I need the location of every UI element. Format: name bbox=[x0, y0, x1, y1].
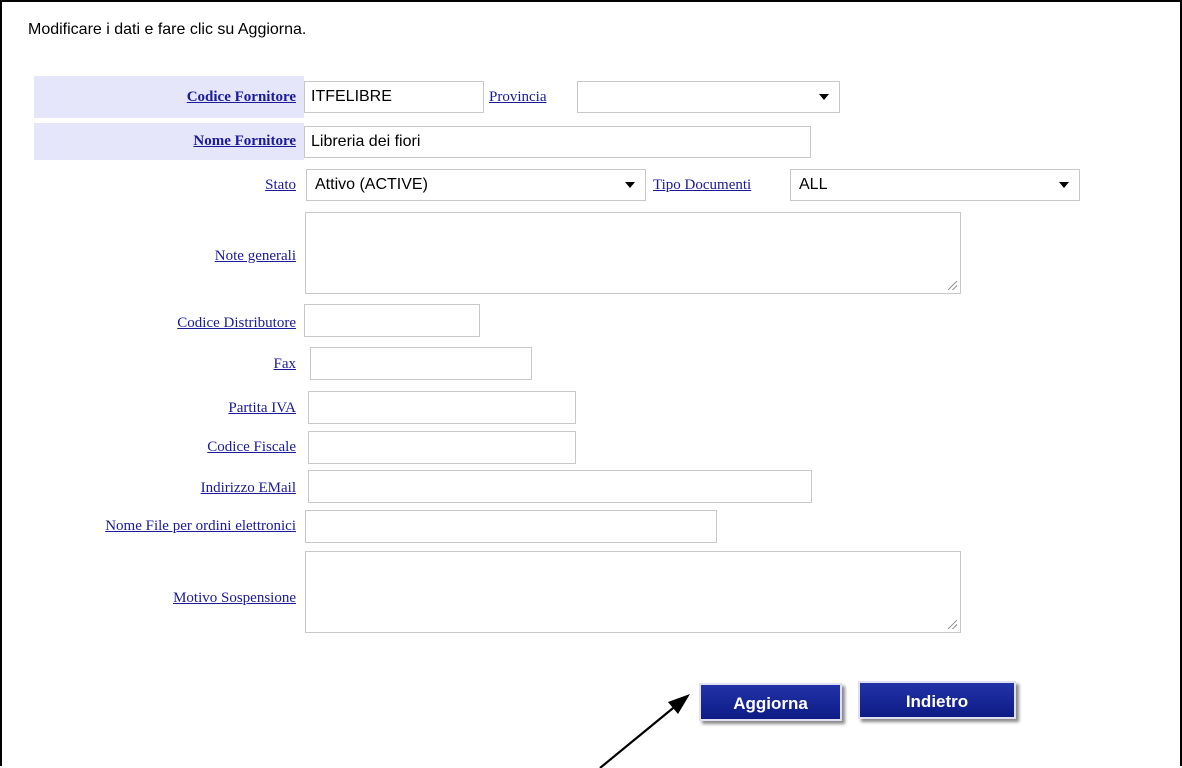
arrow-annotation-icon bbox=[599, 694, 690, 768]
form-panel: Modificare i dati e fare clic su Aggiorn… bbox=[0, 0, 1182, 768]
